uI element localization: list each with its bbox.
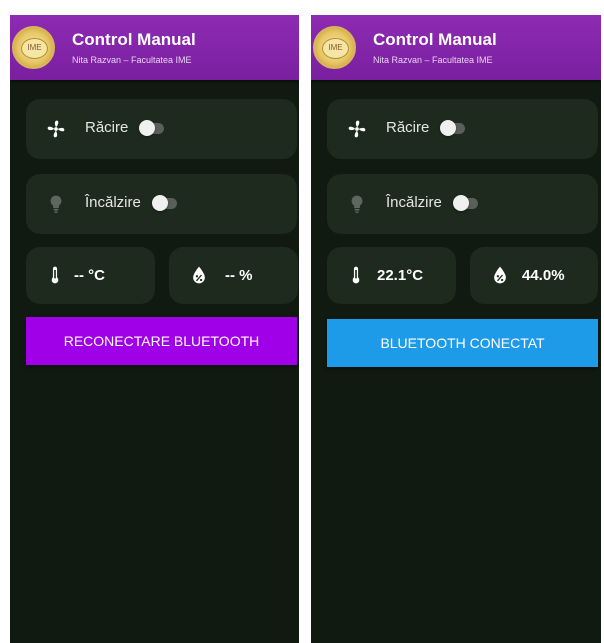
cooling-label: Răcire: [85, 119, 129, 136]
toggle-knob: [152, 195, 168, 211]
phone-screen-disconnected: IME Control Manual Nita Razvan – Faculta…: [10, 15, 299, 643]
temperature-value: -- °C: [74, 267, 105, 284]
temperature-value: 22.1°C: [377, 267, 424, 284]
phone-screen-connected: IME Control Manual Nita Razvan – Faculta…: [311, 15, 601, 643]
heating-toggle[interactable]: [152, 195, 177, 211]
ime-logo: IME: [313, 26, 356, 69]
humidity-card: -- %: [169, 247, 298, 304]
cooling-toggle[interactable]: [440, 120, 465, 136]
lightbulb-icon: [351, 195, 363, 213]
toggle-knob: [440, 120, 456, 136]
lightbulb-icon: [50, 195, 62, 213]
cooling-toggle[interactable]: [139, 120, 164, 136]
cooling-card: Răcire: [26, 99, 297, 159]
app-title: Control Manual: [373, 30, 497, 49]
temperature-card: 22.1°C: [327, 247, 456, 304]
bluetooth-reconnect-button[interactable]: RECONECTARE BLUETOOTH: [26, 317, 297, 365]
humidity-card: 44.0%: [470, 247, 598, 304]
heating-label: Încălzire: [85, 194, 141, 211]
toggle-knob: [453, 195, 469, 211]
humidity-drop-icon: [193, 266, 205, 284]
fan-icon: [348, 120, 366, 138]
logo-text: IME: [21, 38, 48, 59]
cooling-card: Răcire: [327, 99, 598, 159]
bluetooth-connected-button[interactable]: BLUETOOTH CONECTAT: [327, 319, 598, 367]
temperature-card: -- °C: [26, 247, 155, 304]
heating-card: Încălzire: [26, 174, 297, 234]
heating-label: Încălzire: [386, 194, 442, 211]
humidity-drop-icon: [494, 266, 506, 284]
app-bar: IME Control Manual Nita Razvan – Faculta…: [311, 15, 601, 80]
thermometer-icon: [51, 266, 59, 284]
heating-toggle[interactable]: [453, 195, 478, 211]
toggle-knob: [139, 120, 155, 136]
app-subtitle: Nita Razvan – Facultatea IME: [373, 55, 493, 65]
app-bar: IME Control Manual Nita Razvan – Faculta…: [10, 15, 299, 80]
logo-text: IME: [322, 38, 349, 59]
cooling-label: Răcire: [386, 119, 430, 136]
humidity-value: -- %: [225, 267, 253, 284]
app-subtitle: Nita Razvan – Facultatea IME: [72, 55, 192, 65]
ime-logo: IME: [12, 26, 55, 69]
fan-icon: [47, 120, 65, 138]
thermometer-icon: [352, 266, 360, 284]
heating-card: Încălzire: [327, 174, 598, 234]
humidity-value: 44.0%: [522, 267, 565, 284]
app-title: Control Manual: [72, 30, 196, 49]
